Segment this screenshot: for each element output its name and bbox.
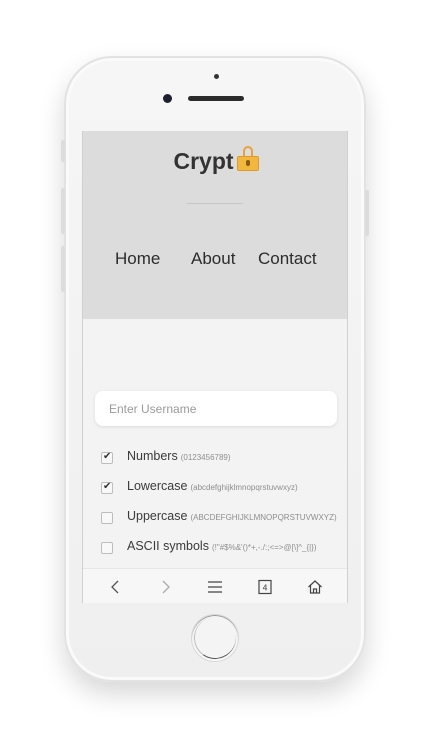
brand-name: Crypt [173, 148, 234, 174]
option-name: Numbers [127, 449, 178, 463]
nav-home-link[interactable]: Home [115, 249, 160, 269]
home-icon[interactable] [306, 578, 324, 596]
option-hint: (abcdefghijklmnopqrstuvwxyz) [190, 483, 298, 492]
tabs-icon[interactable]: 4 [256, 578, 274, 596]
site-logo[interactable]: Crypt [83, 146, 347, 175]
option-checkbox[interactable] [101, 481, 113, 494]
browser-toolbar: 4 [83, 568, 347, 603]
back-icon[interactable] [107, 578, 125, 596]
option-name: Uppercase [127, 509, 188, 523]
earpiece-speaker [188, 96, 244, 101]
option-name: ASCII symbols [127, 539, 209, 553]
option-hint: (!"#$%&'()*+,-./:;<=>@[\]^_{|}) [211, 543, 317, 552]
phone-screen: Crypt Home About Contact Numbers(0123456… [82, 131, 348, 603]
menu-icon[interactable] [206, 578, 224, 596]
option-label: ASCII symbols (!"#$%&'()*+,-./:;<=>@[\]^_… [127, 539, 317, 553]
phone-home-button[interactable] [191, 614, 239, 662]
option-checkbox[interactable] [101, 512, 113, 524]
option-name: Lowercase [127, 479, 188, 493]
volume-up-button [61, 188, 65, 234]
option-label: Uppercase (ABCDEFGHIJKLMNOPQRSTUVWXYZ) [127, 509, 337, 523]
nav-about-link[interactable]: About [191, 249, 235, 269]
lock-icon [236, 146, 259, 171]
tab-count: 4 [262, 584, 267, 593]
mute-switch [61, 140, 65, 162]
power-button [365, 190, 369, 236]
option-hint: (ABCDEFGHIJKLMNOPQRSTUVWXYZ) [190, 513, 337, 522]
option-label: Numbers (0123456789) [127, 449, 231, 463]
volume-down-button [61, 246, 65, 292]
header-divider [187, 203, 243, 204]
option-checkbox[interactable] [101, 542, 113, 554]
option-hint: (0123456789) [180, 453, 231, 462]
username-input[interactable] [95, 391, 337, 426]
nav-contact-link[interactable]: Contact [258, 249, 317, 269]
option-row[interactable]: Numbers(0123456789) [101, 449, 345, 467]
forward-icon[interactable] [156, 578, 174, 596]
option-row[interactable]: Uppercase (ABCDEFGHIJKLMNOPQRSTUVWXYZ) [101, 509, 345, 527]
main-nav: Home About Contact [83, 249, 347, 271]
option-checkbox[interactable] [101, 451, 113, 464]
option-label: Lowercase (abcdefghijklmnopqrstuvwxyz) [127, 479, 298, 493]
site-header: Crypt Home About Contact [83, 131, 347, 319]
option-row[interactable]: ASCII symbols (!"#$%&'()*+,-./:;<=>@[\]^_… [101, 539, 345, 557]
front-camera [163, 94, 172, 103]
option-row[interactable]: Lowercase(abcdefghijklmnopqrstuvwxyz) [101, 479, 345, 497]
proximity-sensor [214, 74, 219, 79]
